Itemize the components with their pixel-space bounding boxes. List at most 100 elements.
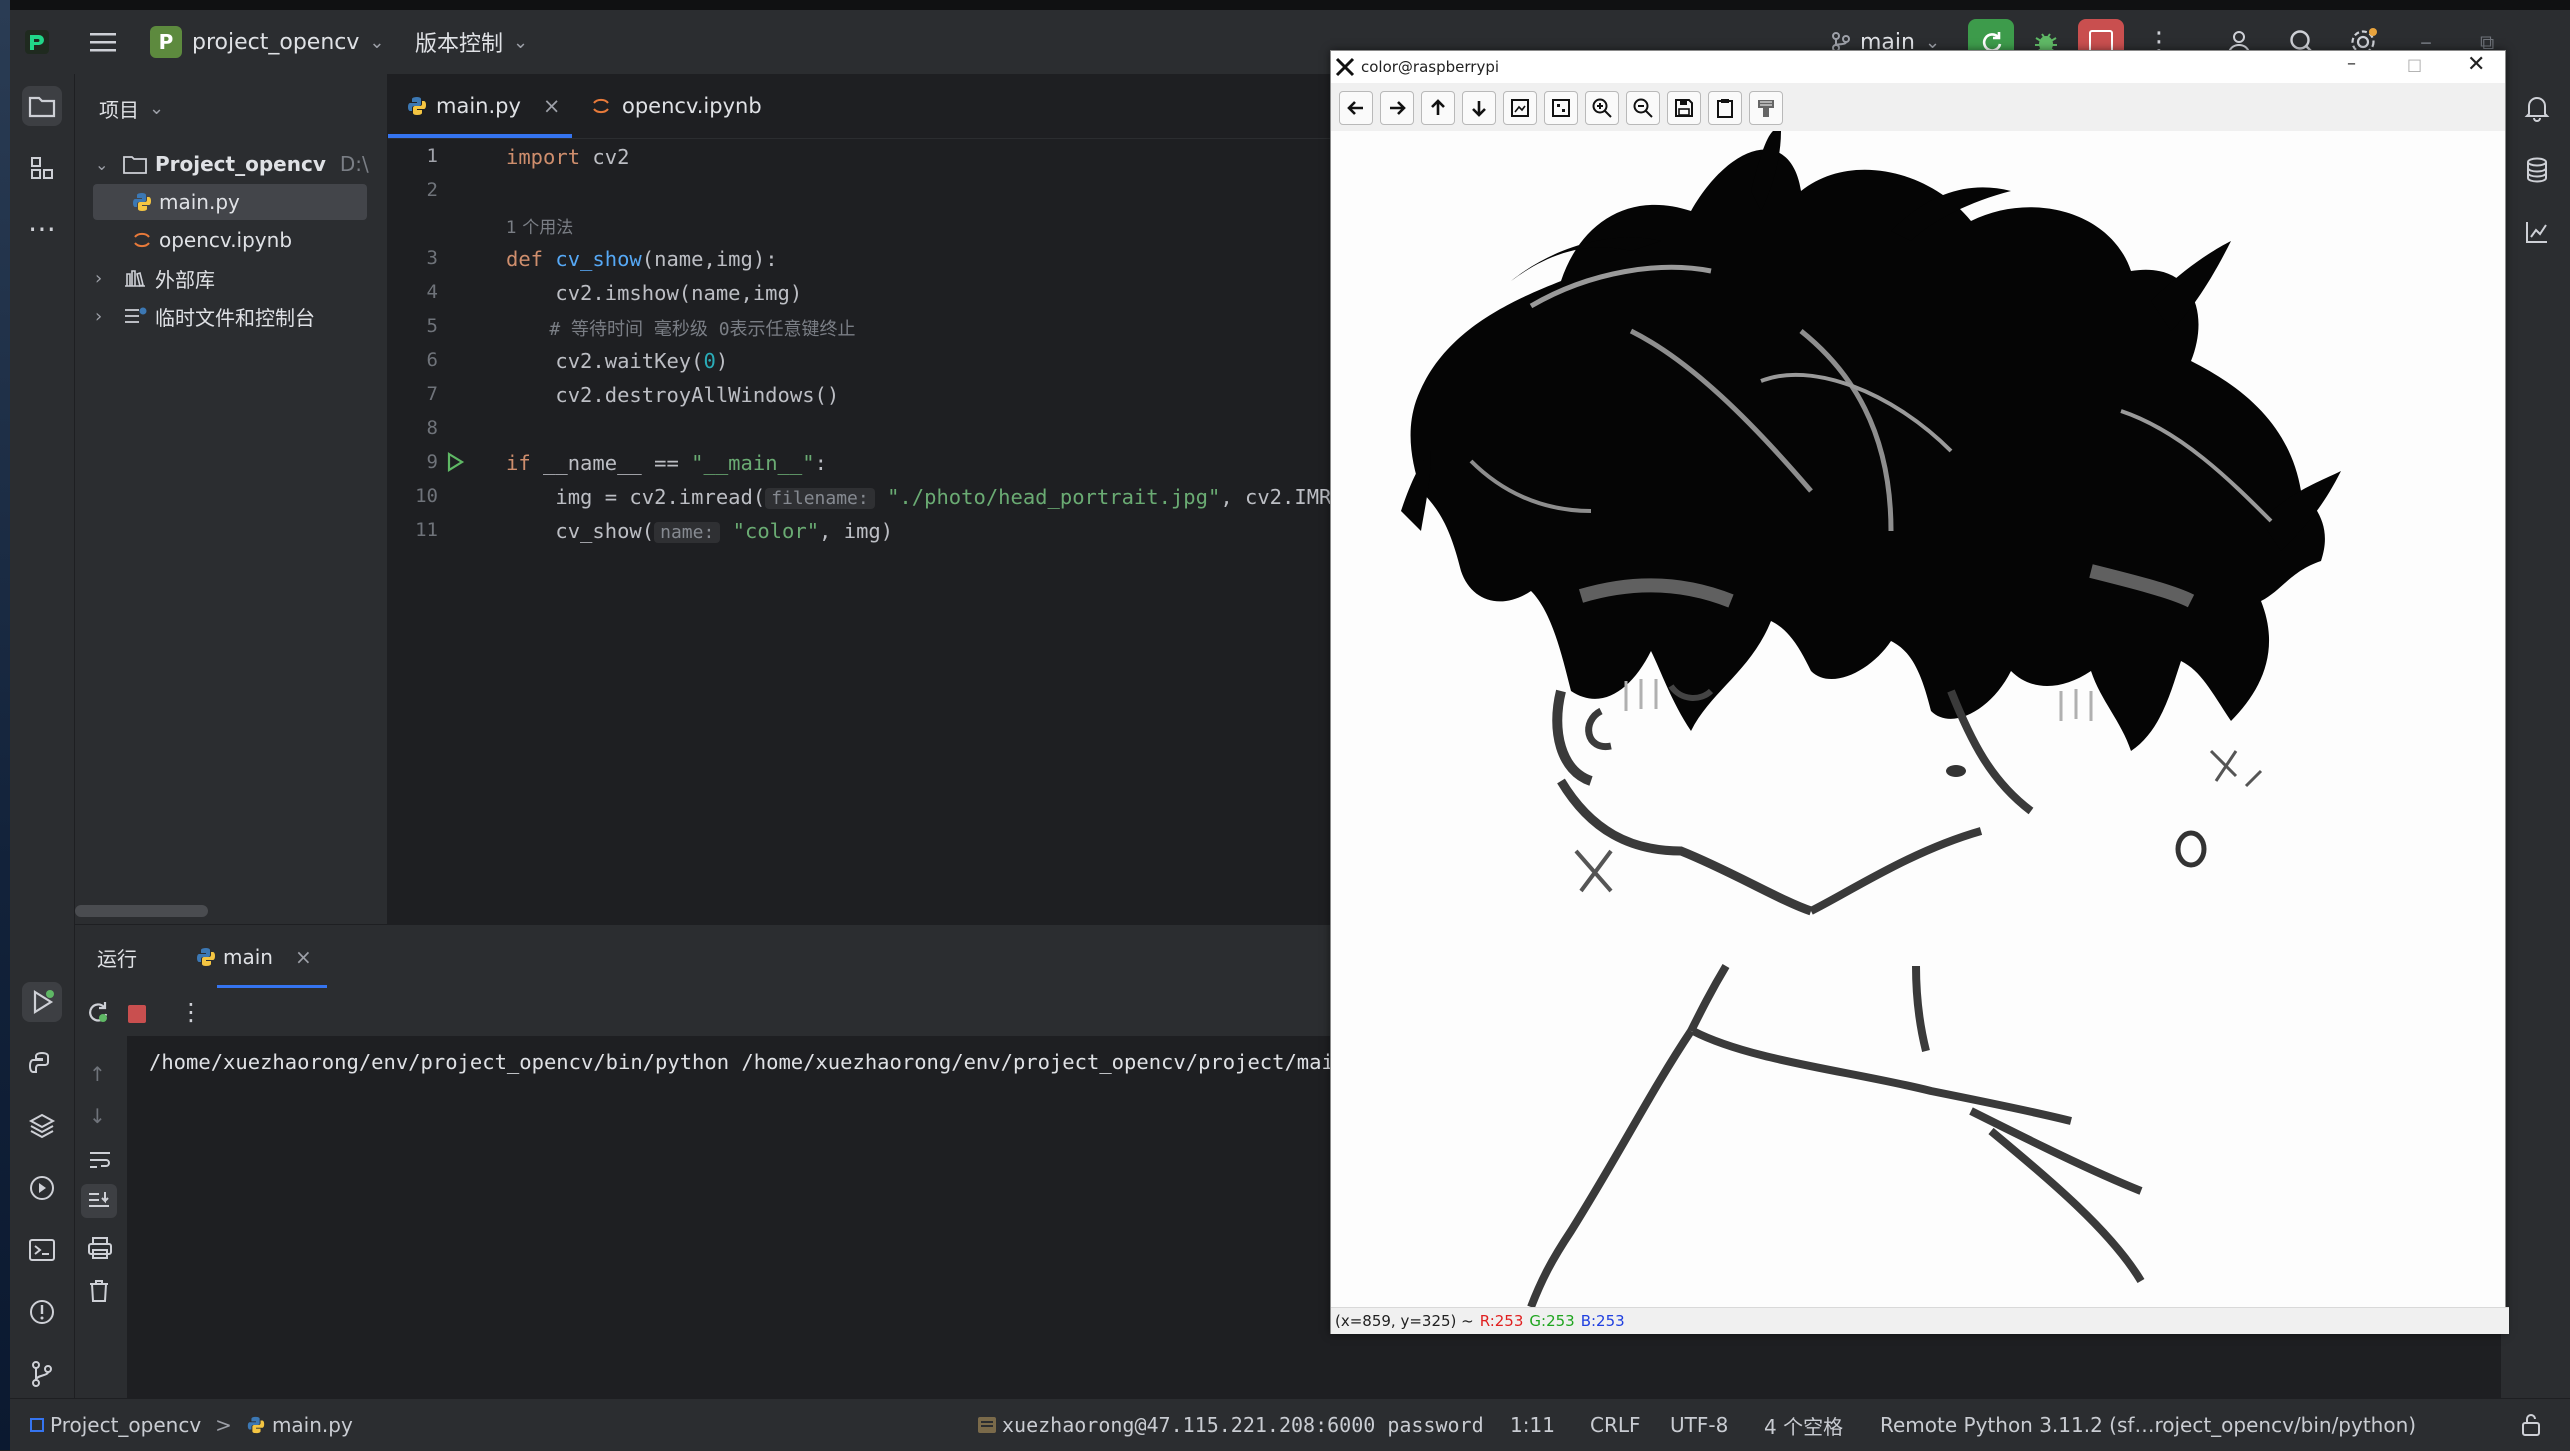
sciview-chart-icon[interactable] xyxy=(2517,212,2557,252)
properties-button[interactable] xyxy=(1749,91,1783,125)
opencv-window-title: color@raspberrypi xyxy=(1361,58,1500,76)
zoom-out-button[interactable] xyxy=(1626,91,1660,125)
zoom-original-button[interactable] xyxy=(1544,91,1578,125)
code-line-10: img = cv2.imread(filename: "./photo/head… xyxy=(506,485,1357,509)
code-line-1: import cv2 xyxy=(506,145,630,169)
notebook-file-icon xyxy=(593,98,609,114)
python-file-icon xyxy=(197,948,215,966)
tree-root-project[interactable]: ⌄ Project_opencv D:\ xyxy=(95,146,369,182)
code-line-9: if __name__ == "__main__": xyxy=(506,451,827,475)
breadcrumb-project[interactable]: Project_opencv xyxy=(50,1413,201,1437)
remote-host-widget[interactable]: xuezhaorong@47.115.221.208:6000 password xyxy=(976,1399,1484,1451)
zoom-in-icon xyxy=(1592,98,1612,118)
file-encoding[interactable]: UTF-8 xyxy=(1670,1399,1728,1451)
minimize-window-icon[interactable]: – xyxy=(2347,53,2356,74)
soft-wrap-icon[interactable] xyxy=(87,1148,113,1172)
more-actions-icon[interactable]: ⋮ xyxy=(179,998,203,1026)
code-line-11: cv_show(name: "color", img) xyxy=(506,519,894,543)
console-side-toolbar: ↑ ↓ xyxy=(75,1036,127,1398)
pan-left-button[interactable] xyxy=(1339,91,1373,125)
terminal-icon[interactable] xyxy=(22,1230,62,1270)
vcs-menu[interactable]: 版本控制 ⌄ xyxy=(415,10,528,74)
pan-right-button[interactable] xyxy=(1380,91,1414,125)
scroll-to-end-toggle[interactable] xyxy=(81,1184,117,1218)
line-number: 7 xyxy=(426,383,438,405)
lock-icon[interactable] xyxy=(2520,1413,2542,1437)
tree-item-opencv-ipynb[interactable]: opencv.ipynb xyxy=(93,222,292,258)
opencv-window-title-bar[interactable]: color@raspberrypi – □ ✕ xyxy=(1331,51,2505,83)
services-icon[interactable] xyxy=(22,1168,62,1208)
arrow-left-icon xyxy=(1347,101,1363,115)
stop-icon[interactable] xyxy=(128,1005,146,1023)
vcs-label: 版本控制 xyxy=(415,32,504,57)
line-number: 8 xyxy=(426,417,438,439)
trash-icon[interactable] xyxy=(87,1278,111,1304)
notifications-bell-icon[interactable] xyxy=(2517,88,2557,128)
zoom-out-icon xyxy=(1633,98,1653,118)
tab-close-icon[interactable]: × xyxy=(543,94,561,118)
rerun-icon[interactable] xyxy=(83,998,111,1026)
run-tab-main[interactable]: main × xyxy=(195,925,312,989)
project-panel-header[interactable]: 项目 ⌄ xyxy=(99,88,164,128)
screen-top-edge xyxy=(0,0,2570,10)
arrow-down-icon xyxy=(1472,101,1486,117)
project-horizontal-scrollbar[interactable] xyxy=(75,905,208,917)
run-tool-title: 运行 xyxy=(97,946,137,971)
tree-item-external-libraries[interactable]: › 外部库 xyxy=(95,260,215,296)
indent-setting[interactable]: 4 个空格 xyxy=(1764,1399,1843,1451)
python-interpreter[interactable]: Remote Python 3.11.2 (sf…roject_opencv/b… xyxy=(1880,1399,2416,1451)
desktop-background-strip xyxy=(0,0,10,1450)
layers-icon[interactable] xyxy=(22,1106,62,1146)
pan-down-button[interactable] xyxy=(1462,91,1496,125)
run-console[interactable]: /home/xuezhaorong/env/project_opencv/bin… xyxy=(127,1036,1330,1398)
close-window-icon[interactable]: ✕ xyxy=(2467,52,2485,77)
structure-icon[interactable] xyxy=(22,148,62,188)
line-number: 9 xyxy=(426,451,438,473)
problems-icon[interactable] xyxy=(22,1292,62,1332)
python-console-icon[interactable] xyxy=(22,1044,62,1084)
scroll-to-end-icon xyxy=(89,1192,109,1207)
tree-item-scratches[interactable]: › 临时文件和控制台 xyxy=(95,298,315,334)
project-switcher[interactable]: P project_opencv ⌄ xyxy=(150,10,384,74)
more-tools-icon[interactable]: ⋯ xyxy=(22,208,62,248)
zoom-in-button[interactable] xyxy=(1585,91,1619,125)
zoom-fit-button[interactable] xyxy=(1503,91,1537,125)
breadcrumb-separator: > xyxy=(215,1413,232,1437)
code-line-3: def cv_show(name,img): xyxy=(506,247,778,271)
tab-close-icon[interactable]: × xyxy=(295,945,312,969)
copy-image-button[interactable] xyxy=(1708,91,1742,125)
tree-item-main-py[interactable]: main.py xyxy=(93,184,367,220)
line-number: 5 xyxy=(426,315,438,337)
chevron-right-icon: › xyxy=(95,305,103,327)
project-folder-icon[interactable] xyxy=(22,86,62,126)
clipboard-icon xyxy=(1717,99,1733,118)
tab-main-py[interactable]: main.py × xyxy=(406,74,561,138)
run-tool-icon[interactable] xyxy=(22,982,62,1022)
breadcrumb-file[interactable]: main.py xyxy=(272,1413,353,1437)
fit-image-icon xyxy=(1511,99,1529,117)
pan-up-button[interactable] xyxy=(1421,91,1455,125)
remote-host-icon xyxy=(978,1417,996,1433)
run-gutter-icon[interactable] xyxy=(444,451,466,473)
file-label: opencv.ipynb xyxy=(159,228,293,252)
git-icon[interactable] xyxy=(22,1354,62,1394)
chevron-down-icon: ⌄ xyxy=(95,154,109,174)
anime-portrait-sketch xyxy=(1331,131,2505,1307)
save-image-button[interactable] xyxy=(1667,91,1701,125)
code-line-4: cv2.imshow(name,img) xyxy=(506,281,803,305)
database-icon[interactable] xyxy=(2517,150,2557,190)
print-icon[interactable] xyxy=(87,1236,113,1260)
pixel-coordinates: (x=859, y=325) ~ xyxy=(1335,1312,1474,1330)
active-tab-indicator xyxy=(388,134,572,138)
displayed-image-canvas[interactable] xyxy=(1331,131,2505,1307)
caret-position[interactable]: 1:11 xyxy=(1510,1399,1555,1451)
maximize-window-icon[interactable]: □ xyxy=(2407,55,2422,74)
line-separator[interactable]: CRLF xyxy=(1590,1399,1641,1451)
main-menu-icon[interactable] xyxy=(90,10,118,74)
pixel-blue-value: B:253 xyxy=(1580,1312,1625,1330)
tab-opencv-ipynb[interactable]: opencv.ipynb xyxy=(590,74,762,138)
arrow-down-icon[interactable]: ↓ xyxy=(89,1104,106,1128)
arrow-up-icon[interactable]: ↑ xyxy=(89,1062,106,1086)
right-tool-window-bar xyxy=(2500,74,2570,1398)
usage-hint[interactable]: 1 个用法 xyxy=(506,213,573,238)
